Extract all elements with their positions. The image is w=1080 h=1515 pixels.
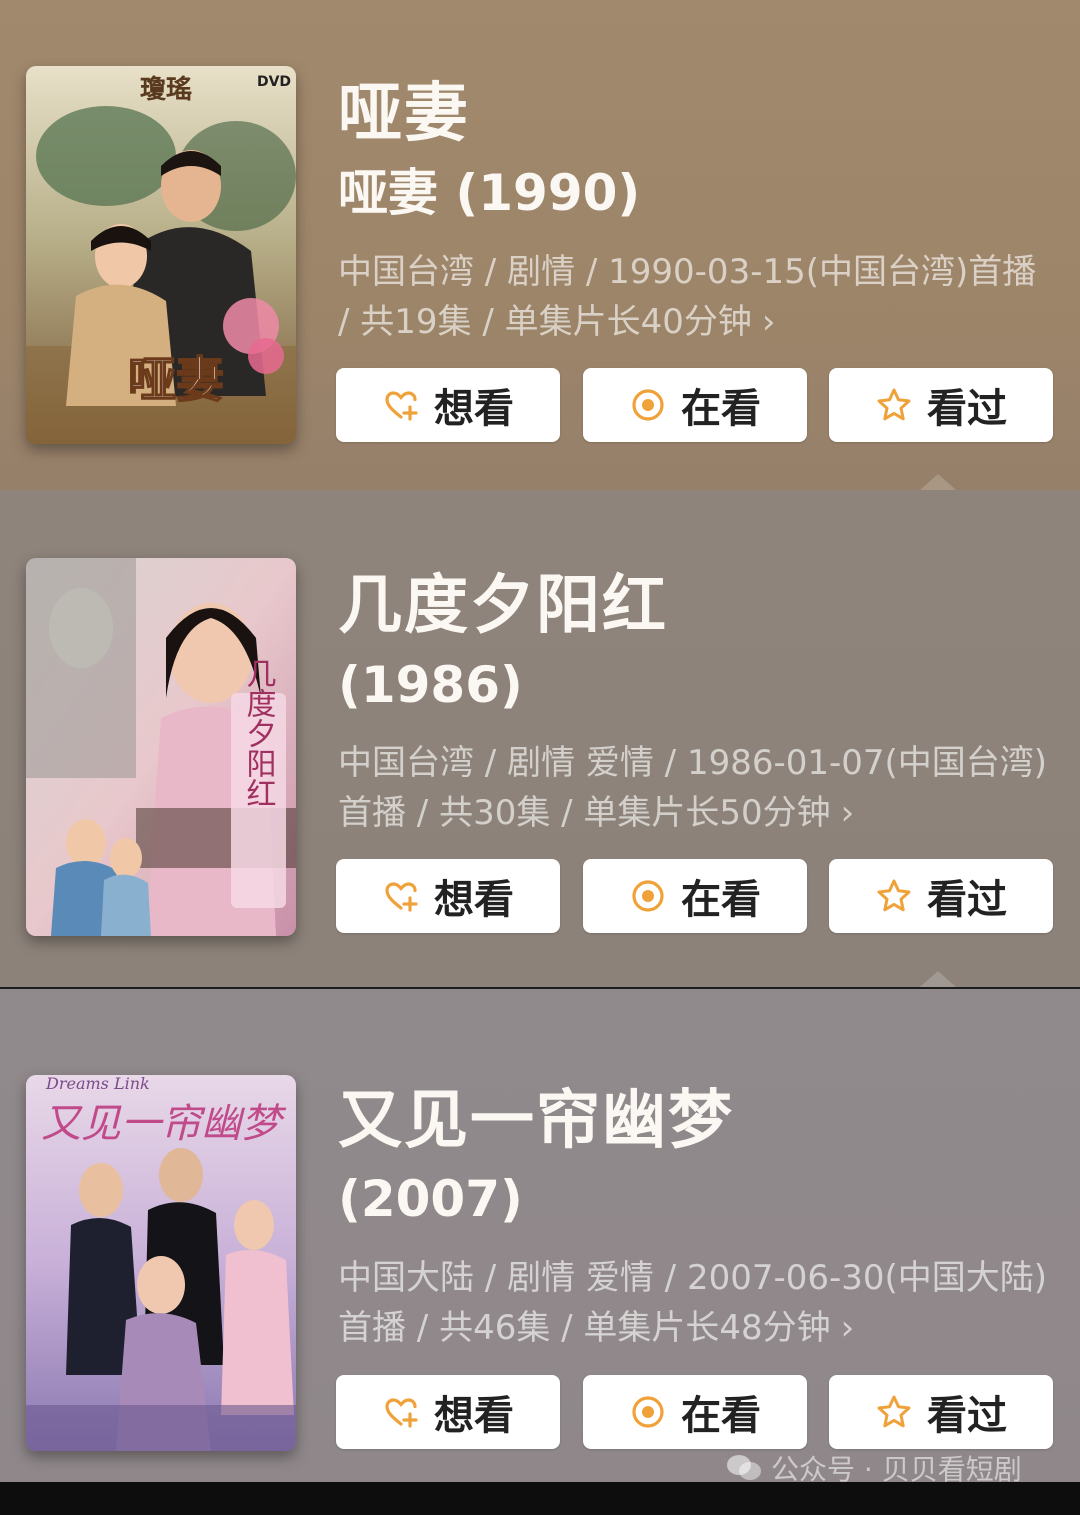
wechat-icon xyxy=(725,1453,763,1483)
want-to-watch-button[interactable]: 想看 xyxy=(336,368,560,442)
drama-subtitle: (1986) xyxy=(338,656,523,714)
poster-art: 几度夕阳红 xyxy=(26,558,296,936)
poster-title-main: 又见一帘幽梦 xyxy=(41,1101,287,1147)
want-to-watch-button[interactable]: 想看 xyxy=(336,1375,560,1449)
watched-label: 看过 xyxy=(927,386,1007,432)
want-label: 想看 xyxy=(434,1393,514,1439)
drama-subtitle: (2007) xyxy=(338,1170,523,1228)
target-circle-icon xyxy=(629,877,667,915)
want-label: 想看 xyxy=(434,386,514,432)
watched-button[interactable]: 看过 xyxy=(829,1375,1053,1449)
poster-art: Dreams Link 又见一帘幽梦 xyxy=(26,1075,296,1451)
poster-title-en: Dreams Link xyxy=(45,1075,150,1093)
drama-card[interactable]: 几度夕阳红 几度夕阳红 (1986) 中国台湾 / 剧情 爱情 / 1986-0… xyxy=(0,490,1080,987)
meta-text: 中国台湾 / 剧情 爱情 / 1986-01-07(中国台湾)首播 / 共30集… xyxy=(338,743,1048,833)
watched-label: 看过 xyxy=(927,877,1007,923)
drama-title: 又见一帘幽梦 xyxy=(338,1084,734,1158)
poster-image[interactable]: Dreams Link 又见一帘幽梦 xyxy=(26,1075,296,1451)
bottom-bar xyxy=(0,1482,1080,1515)
heart-plus-icon xyxy=(382,877,420,915)
poster-title-main: 哑妻 xyxy=(128,352,224,408)
meta-text: 中国台湾 / 剧情 / 1990-03-15(中国台湾)首播 / 共19集 / … xyxy=(338,252,1037,342)
target-circle-icon xyxy=(629,386,667,424)
poster-title-vertical: 几度夕阳红 xyxy=(241,658,276,808)
heart-plus-icon xyxy=(382,1393,420,1431)
dvd-logo: DVD xyxy=(257,74,291,90)
drama-subtitle: 哑妻 (1990) xyxy=(338,164,641,222)
want-to-watch-button[interactable]: 想看 xyxy=(336,859,560,933)
drama-title: 几度夕阳红 xyxy=(338,569,668,643)
watched-label: 看过 xyxy=(927,1393,1007,1439)
watched-button[interactable]: 看过 xyxy=(829,368,1053,442)
watching-label: 在看 xyxy=(681,386,761,432)
star-icon xyxy=(875,386,913,424)
chevron-right-icon: › xyxy=(761,302,776,342)
popover-notch xyxy=(920,971,956,987)
star-icon xyxy=(875,1393,913,1431)
drama-card[interactable]: Dreams Link 又见一帘幽梦 又见一帘幽梦 (2007) 中国大陆 / … xyxy=(0,989,1080,1482)
poster-image[interactable]: 几度夕阳红 xyxy=(26,558,296,936)
poster-art: 瓊瑤 DVD 哑妻 xyxy=(26,66,296,444)
chevron-right-icon: › xyxy=(840,793,855,833)
watching-button[interactable]: 在看 xyxy=(583,1375,807,1449)
watching-button[interactable]: 在看 xyxy=(583,859,807,933)
popover-notch xyxy=(920,474,956,490)
want-label: 想看 xyxy=(434,877,514,923)
meta-text: 中国大陆 / 剧情 爱情 / 2007-06-30(中国大陆)首播 / 共46集… xyxy=(338,1258,1048,1348)
poster-title-top: 瓊瑤 xyxy=(140,75,192,105)
watching-label: 在看 xyxy=(681,877,761,923)
chevron-right-icon: › xyxy=(840,1308,855,1348)
watched-button[interactable]: 看过 xyxy=(829,859,1053,933)
watching-label: 在看 xyxy=(681,1393,761,1439)
poster-image[interactable]: 瓊瑤 DVD 哑妻 xyxy=(26,66,296,444)
drama-meta[interactable]: 中国台湾 / 剧情 爱情 / 1986-01-07(中国台湾)首播 / 共30集… xyxy=(338,738,1050,838)
drama-meta[interactable]: 中国大陆 / 剧情 爱情 / 2007-06-30(中国大陆)首播 / 共46集… xyxy=(338,1253,1050,1353)
star-icon xyxy=(875,877,913,915)
drama-card[interactable]: 瓊瑤 DVD 哑妻 哑妻 哑妻 (1990) 中国台湾 / 剧情 / 1990-… xyxy=(0,0,1080,490)
drama-title: 哑妻 xyxy=(338,77,470,151)
drama-meta[interactable]: 中国台湾 / 剧情 / 1990-03-15(中国台湾)首播 / 共19集 / … xyxy=(338,247,1050,347)
target-circle-icon xyxy=(629,1393,667,1431)
heart-plus-icon xyxy=(382,386,420,424)
watching-button[interactable]: 在看 xyxy=(583,368,807,442)
